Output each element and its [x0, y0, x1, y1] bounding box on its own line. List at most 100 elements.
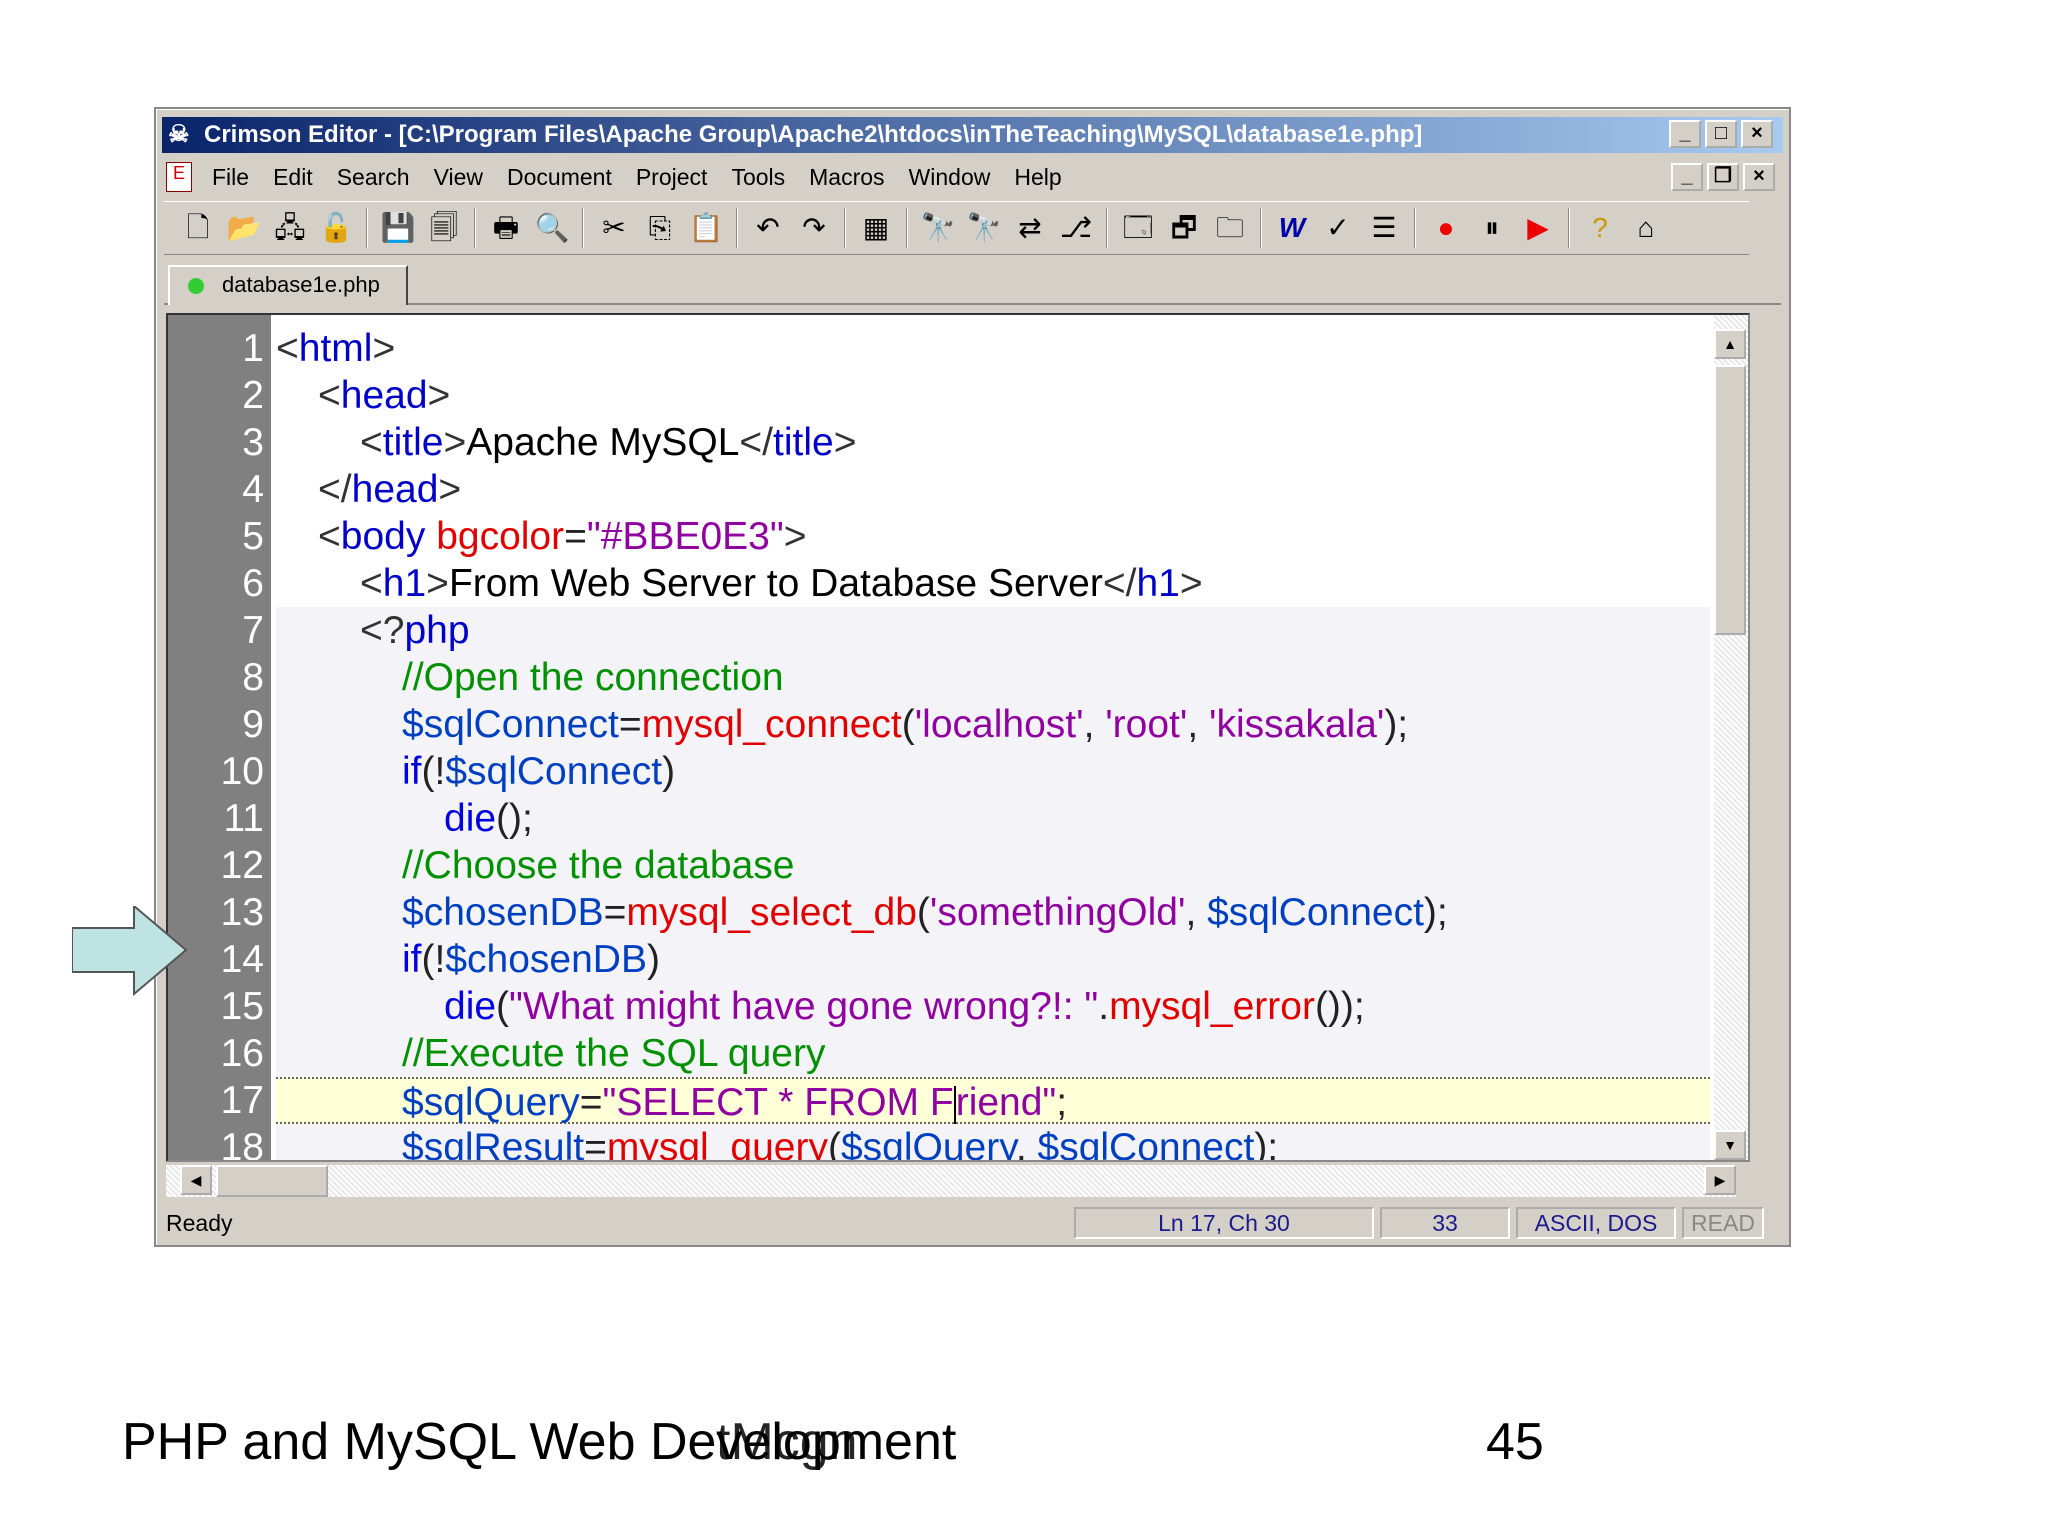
token-br: </	[318, 468, 352, 511]
minimize-button[interactable]: _	[1669, 120, 1701, 148]
horizontal-scroll-thumb[interactable]	[216, 1165, 328, 1197]
toolbar-separator	[1260, 208, 1262, 248]
code-line[interactable]: 11 die();	[168, 795, 1748, 842]
token-op: (	[827, 1126, 841, 1162]
print-preview-icon[interactable]: 🔍	[532, 208, 572, 248]
code-line[interactable]: 7 <?php	[168, 607, 1748, 654]
code-line[interactable]: 5 <body bgcolor="#BBE0E3">	[168, 513, 1748, 560]
open-icon[interactable]: 📂	[224, 208, 264, 248]
replace-icon[interactable]: ⇄	[1010, 208, 1050, 248]
code-line[interactable]: 3 <title>Apache MySQL</title>	[168, 419, 1748, 466]
window-2-icon[interactable]: 🗗	[1164, 208, 1204, 248]
spell-check-icon[interactable]: ✓	[1318, 208, 1358, 248]
menu-macros[interactable]: Macros	[797, 164, 896, 191]
pointer-arrow	[72, 906, 188, 996]
code-line[interactable]: 16 //Execute the SQL query	[168, 1030, 1748, 1077]
find-next-icon[interactable]: 🔭	[964, 208, 1004, 248]
save-icon[interactable]: 💾	[378, 208, 418, 248]
scroll-left-button[interactable]: ◀	[180, 1165, 212, 1195]
undo-icon[interactable]: ↶	[748, 208, 788, 248]
page-number: 45	[1486, 1413, 1544, 1471]
menu-window[interactable]: Window	[897, 164, 1003, 191]
token-tag: html	[298, 327, 373, 370]
token-op: );	[1254, 1126, 1279, 1162]
line-numbers-icon[interactable]: ☰	[1364, 208, 1404, 248]
column-mode-icon[interactable]: ▦	[856, 208, 896, 248]
pause-macro-icon[interactable]: ⏸	[1472, 208, 1512, 248]
find-icon[interactable]: 🔭	[918, 208, 958, 248]
code-line[interactable]: 17 $sqlQuery="SELECT * FROM Friend";	[168, 1077, 1748, 1124]
line-number: 12	[220, 844, 264, 887]
toolbar-separator	[1568, 208, 1570, 248]
doc-minimize-button[interactable]: _	[1671, 163, 1703, 191]
record-macro-icon[interactable]: ●	[1426, 208, 1466, 248]
app-icon: ☠	[168, 121, 190, 148]
home-icon[interactable]: ⌂	[1626, 208, 1666, 248]
document-icon[interactable]: E	[166, 162, 192, 192]
vertical-scrollbar[interactable]: ▲ ▼	[1714, 315, 1748, 1160]
token-br: >	[438, 468, 462, 511]
toolbar-separator	[366, 208, 368, 248]
menu-search[interactable]: Search	[325, 164, 422, 191]
code-line[interactable]: 2 <head>	[168, 372, 1748, 419]
token-var: $sqlConnect	[1037, 1126, 1255, 1162]
code-line[interactable]: 8 //Open the connection	[168, 654, 1748, 701]
code-line[interactable]: 13 $chosenDB=mysql_select_db('somethingOl…	[168, 889, 1748, 936]
menu-tools[interactable]: Tools	[719, 164, 797, 191]
menu-bar: E File Edit Search View Document Project Tools…	[162, 159, 1783, 195]
scroll-down-button[interactable]: ▼	[1714, 1130, 1746, 1160]
horizontal-scrollbar[interactable]: ◀ ▶	[166, 1165, 1736, 1197]
code-line[interactable]: 1 <html>	[168, 325, 1748, 372]
paste-icon[interactable]: 📋	[686, 208, 726, 248]
directory-icon[interactable]: 🗀	[1210, 208, 1250, 248]
word-wrap-icon[interactable]: W	[1272, 208, 1312, 248]
help-icon[interactable]: ?	[1580, 208, 1620, 248]
find-in-files-icon[interactable]: ⎇	[1056, 208, 1096, 248]
scroll-right-button[interactable]: ▶	[1704, 1165, 1736, 1195]
code-line[interactable]: 12 //Choose the database	[168, 842, 1748, 889]
scroll-up-button[interactable]: ▲	[1714, 329, 1746, 359]
line-number: 8	[242, 656, 264, 699]
code-line[interactable]: 15 die("What might have gone wrong?!: ".m…	[168, 983, 1748, 1030]
vertical-scroll-thumb[interactable]	[1714, 365, 1746, 635]
status-position: Ln 17, Ch 30	[1074, 1207, 1374, 1239]
menu-view[interactable]: View	[422, 164, 495, 191]
menu-edit[interactable]: Edit	[261, 164, 325, 191]
copy-icon[interactable]: ⎘	[640, 208, 680, 248]
save-all-icon[interactable]: 🗐	[424, 208, 464, 248]
unlock-icon[interactable]: 🔓	[316, 208, 356, 248]
code-line[interactable]: 6 <h1>From Web Server to Database Server<…	[168, 560, 1748, 607]
doc-restore-button[interactable]: ❐	[1707, 163, 1739, 191]
toolbar-separator	[582, 208, 584, 248]
open-remote-icon[interactable]: 🖧	[270, 208, 310, 248]
maximize-button[interactable]: □	[1705, 120, 1737, 148]
doc-close-button[interactable]: ×	[1743, 163, 1775, 191]
code-line[interactable]: 14 if(!$chosenDB)	[168, 936, 1748, 983]
code-line[interactable]: 4 </head>	[168, 466, 1748, 513]
code-text: $sqlQuery="SELECT * FROM Friend";	[276, 1077, 1710, 1124]
menu-file[interactable]: File	[200, 164, 261, 191]
token-st: "What might have gone wrong?!: "	[509, 985, 1099, 1028]
new-file-icon[interactable]: 🗋	[178, 208, 218, 248]
menu-project[interactable]: Project	[624, 164, 720, 191]
play-macro-icon[interactable]: ▶	[1518, 208, 1558, 248]
code-line[interactable]: 18 $sqlResult=mysql_query($sqlQuery, $sql…	[168, 1124, 1748, 1162]
tab-database1e[interactable]: database1e.php	[168, 265, 408, 305]
cut-icon[interactable]: ✂	[594, 208, 634, 248]
code-line[interactable]: 9 $sqlConnect=mysql_connect('localhost', …	[168, 701, 1748, 748]
window-1-icon[interactable]: 🗔	[1118, 208, 1158, 248]
code-line[interactable]: 10 if(!$sqlConnect)	[168, 748, 1748, 795]
close-button[interactable]: ×	[1741, 120, 1773, 148]
code-editor[interactable]: 1 <html> 2 <head> 3 <title>Apache MySQL</titl…	[166, 313, 1750, 1162]
redo-icon[interactable]: ↷	[794, 208, 834, 248]
token-br: <	[318, 374, 341, 417]
token-st: 'kissakala'	[1209, 703, 1385, 746]
line-number: 1	[242, 327, 264, 370]
code-text: <title>Apache MySQL</title>	[276, 419, 1710, 466]
token-op: );	[1423, 891, 1448, 934]
token-tag: h1	[1136, 562, 1180, 605]
token-cm: //Open the connection	[402, 656, 784, 699]
menu-document[interactable]: Document	[495, 164, 624, 191]
menu-help[interactable]: Help	[1002, 164, 1073, 191]
print-icon[interactable]: 🖶	[486, 208, 526, 248]
